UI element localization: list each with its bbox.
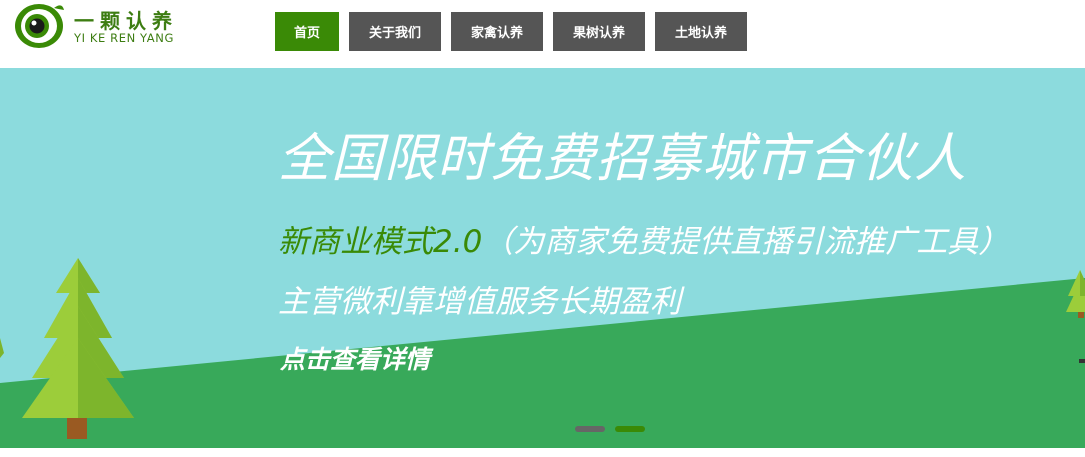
banner-subtitle: 新商业模式2.0（为商家免费提供直播引流推广工具） bbox=[278, 216, 1009, 261]
nav-item-about[interactable]: 关于我们 bbox=[349, 12, 441, 51]
view-details-link[interactable]: 点击查看详情 bbox=[280, 340, 430, 376]
carousel-dot-1[interactable] bbox=[575, 426, 605, 432]
banner-headline: 全国限时免费招募城市合伙人 bbox=[278, 129, 968, 189]
banner-subtitle-highlight: 新商业模式2.0 bbox=[278, 224, 483, 260]
eye-logo-icon bbox=[15, 4, 64, 48]
main-nav: 首页 关于我们 家禽认养 果树认养 土地认养 bbox=[275, 12, 757, 51]
site-header: 一颗认养 YI KE REN YANG 首页 关于我们 家禽认养 果树认养 土地… bbox=[0, 0, 1085, 68]
nav-item-land[interactable]: 土地认养 bbox=[655, 12, 747, 51]
nav-item-fruit-tree[interactable]: 果树认养 bbox=[553, 12, 645, 51]
logo-text-cn: 一颗认养 bbox=[74, 9, 178, 33]
banner-subtitle-2: 主营微利靠增值服务长期盈利 bbox=[278, 284, 681, 320]
logo-text-en: YI KE REN YANG bbox=[74, 31, 174, 45]
banner-subtitle-detail: （为商家免费提供直播引流推广工具） bbox=[482, 224, 1010, 260]
hero-banner: 全国限时免费招募城市合伙人 新商业模式2.0（为商家免费提供直播引流推广工具） … bbox=[0, 68, 1085, 448]
nav-item-poultry[interactable]: 家禽认养 bbox=[451, 12, 543, 51]
carousel-dot-2[interactable] bbox=[615, 426, 645, 432]
site-logo[interactable]: 一颗认养 YI KE REN YANG bbox=[14, 2, 194, 50]
carousel-indicators bbox=[575, 426, 655, 432]
nav-item-home[interactable]: 首页 bbox=[275, 12, 339, 51]
